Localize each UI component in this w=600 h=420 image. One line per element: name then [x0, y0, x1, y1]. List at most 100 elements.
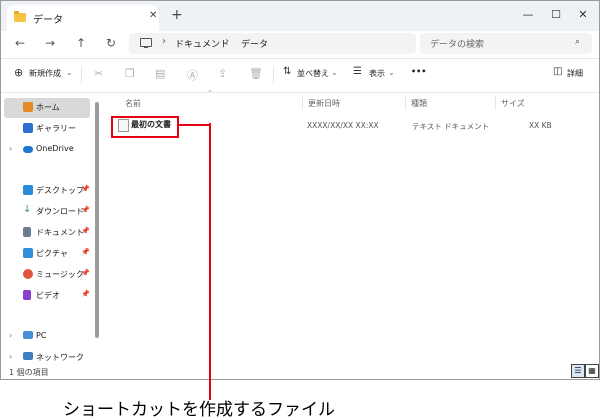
sidebar-item-label: ダウンロード — [36, 207, 84, 216]
cloud-icon — [23, 146, 33, 153]
divider — [81, 67, 82, 83]
refresh-button[interactable]: ↻ — [106, 36, 116, 50]
sidebar-item-label: ピクチャ — [36, 249, 68, 258]
sidebar-item-label: ホーム — [36, 103, 60, 112]
chevron-down-icon: ⌄ — [388, 68, 395, 77]
pin-icon: 📌 — [81, 227, 90, 235]
chevron-right-icon[interactable]: › — [9, 144, 12, 153]
tab-data[interactable]: データ ✕ — [7, 5, 159, 31]
sidebar-item-gallery[interactable]: ギャラリー — [1, 119, 91, 139]
pin-icon: 📌 — [81, 185, 90, 193]
sidebar-item-label: デスクトップ — [36, 186, 84, 195]
chevron-down-icon: ⌄ — [331, 68, 338, 77]
sidebar-item-label: ネットワーク — [36, 353, 84, 362]
column-divider[interactable] — [302, 96, 303, 110]
delete-icon[interactable]: 🗑 — [249, 67, 263, 80]
sidebar-item-home[interactable]: ホーム — [4, 98, 90, 118]
column-header-modified[interactable]: 更新日時 — [308, 98, 340, 109]
sidebar-item-music[interactable]: ミュージック 📌 — [1, 265, 91, 285]
sidebar-item-videos[interactable]: ビデオ 📌 — [1, 286, 91, 306]
close-button[interactable]: ✕ — [567, 1, 599, 31]
column-divider[interactable] — [405, 96, 406, 110]
highlight-box — [111, 116, 179, 138]
chevron-right-icon[interactable]: › — [9, 352, 12, 361]
sidebar-item-label: PC — [36, 331, 47, 340]
search-input[interactable]: データの検索 ⌕ — [420, 33, 592, 54]
sort-caret-icon: ⌃ — [207, 89, 213, 97]
file-type: テキスト ドキュメント — [412, 122, 490, 131]
column-header-type[interactable]: 種類 — [411, 98, 427, 109]
address-bar[interactable]: › ドキュメント › データ — [129, 33, 416, 54]
command-bar: ⊕ 新規作成 ⌄ ✂ ❐ ▤ Ⓐ ⇪ 🗑 ⇅ 並べ替え ⌄ ☰ 表示 ⌄ •••… — [1, 58, 599, 93]
sidebar-scrollbar[interactable] — [95, 102, 99, 338]
view-button[interactable]: 表示 — [369, 68, 385, 79]
chevron-right-icon[interactable]: › — [9, 331, 12, 340]
callout-line — [209, 123, 211, 400]
search-placeholder: データの検索 — [430, 40, 485, 50]
videos-icon — [23, 290, 31, 300]
file-explorer-window: データ ✕ + — ☐ ✕ ← → ↑ ↻ › ドキュメント › データ データ… — [0, 0, 600, 380]
pin-icon: 📌 — [81, 290, 90, 298]
sidebar-item-desktop[interactable]: デスクトップ 📌 — [1, 181, 91, 201]
column-header-name[interactable]: 名前 — [125, 98, 141, 109]
gallery-icon — [23, 123, 33, 133]
file-row[interactable]: 最初の文書 XXXX/XX/XX XX:XX テキスト ドキュメント XX KB — [113, 116, 599, 136]
sidebar-item-label: ギャラリー — [36, 124, 76, 133]
sidebar-item-network[interactable]: › ネットワーク — [1, 348, 91, 368]
network-icon — [23, 352, 33, 360]
sort-button[interactable]: 並べ替え — [297, 68, 329, 79]
paste-icon[interactable]: ▤ — [155, 67, 165, 80]
rename-icon[interactable]: Ⓐ — [187, 67, 198, 83]
sidebar-item-documents[interactable]: ドキュメント 📌 — [1, 223, 91, 243]
address-row: ← → ↑ ↻ › ドキュメント › データ データの検索 ⌕ — [1, 31, 599, 57]
share-icon[interactable]: ⇪ — [218, 67, 227, 80]
breadcrumb-separator: › — [162, 36, 166, 47]
breadcrumb-documents[interactable]: ドキュメント — [175, 37, 229, 50]
sidebar-item-onedrive[interactable]: › OneDrive — [1, 140, 91, 160]
plus-icon: ⊕ — [14, 66, 24, 79]
cut-icon[interactable]: ✂ — [94, 67, 103, 80]
callout-caption: ショートカットを作成するファイル — [63, 400, 335, 420]
view-icon: ☰ — [353, 66, 362, 77]
chevron-down-icon: ⌄ — [66, 68, 73, 77]
pictures-icon — [23, 248, 33, 258]
folder-icon — [14, 11, 26, 22]
sort-icon: ⇅ — [283, 66, 292, 77]
title-bar: データ ✕ + — ☐ ✕ — [1, 1, 599, 31]
tab-title: データ — [33, 15, 63, 26]
breadcrumb-data[interactable]: データ — [241, 37, 268, 50]
new-tab-button[interactable]: + — [171, 7, 183, 23]
forward-button[interactable]: → — [45, 36, 55, 50]
up-button[interactable]: ↑ — [76, 36, 86, 50]
pin-icon: 📌 — [81, 248, 90, 256]
sidebar-item-downloads[interactable]: ↓ ダウンロード 📌 — [1, 202, 91, 222]
sidebar-item-label: ビデオ — [36, 291, 60, 300]
column-divider[interactable] — [495, 96, 496, 110]
divider — [273, 67, 274, 83]
details-view-icon[interactable]: ☰ — [571, 364, 585, 378]
file-size: XX KB — [529, 121, 552, 130]
details-pane-icon: ◫ — [553, 66, 563, 77]
more-options-button[interactable]: ••• — [411, 67, 426, 76]
download-icon: ↓ — [23, 204, 32, 215]
sidebar-item-label: ミュージック — [36, 270, 84, 279]
navigation-pane: ホーム ギャラリー › OneDrive デスクトップ 📌 ↓ ダウンロード 📌… — [1, 92, 93, 366]
pc-icon — [140, 38, 152, 48]
details-button[interactable]: 詳細 — [567, 68, 583, 79]
tiles-view-icon[interactable]: ▦ — [585, 364, 599, 378]
column-header-size[interactable]: サイズ — [501, 98, 525, 109]
back-button[interactable]: ← — [15, 36, 25, 50]
desktop-icon — [23, 185, 33, 195]
search-icon: ⌕ — [575, 37, 581, 47]
breadcrumb-separator: › — [225, 36, 229, 47]
home-icon — [23, 102, 33, 112]
new-button[interactable]: 新規作成 — [29, 68, 61, 79]
sidebar-item-pc[interactable]: › PC — [1, 327, 91, 347]
file-modified: XXXX/XX/XX XX:XX — [307, 121, 379, 130]
callout-line — [177, 124, 211, 126]
sidebar-item-label: OneDrive — [36, 144, 74, 153]
tab-close-icon[interactable]: ✕ — [149, 10, 157, 21]
sidebar-item-pictures[interactable]: ピクチャ 📌 — [1, 244, 91, 264]
documents-icon — [23, 227, 31, 237]
copy-icon[interactable]: ❐ — [125, 67, 135, 80]
